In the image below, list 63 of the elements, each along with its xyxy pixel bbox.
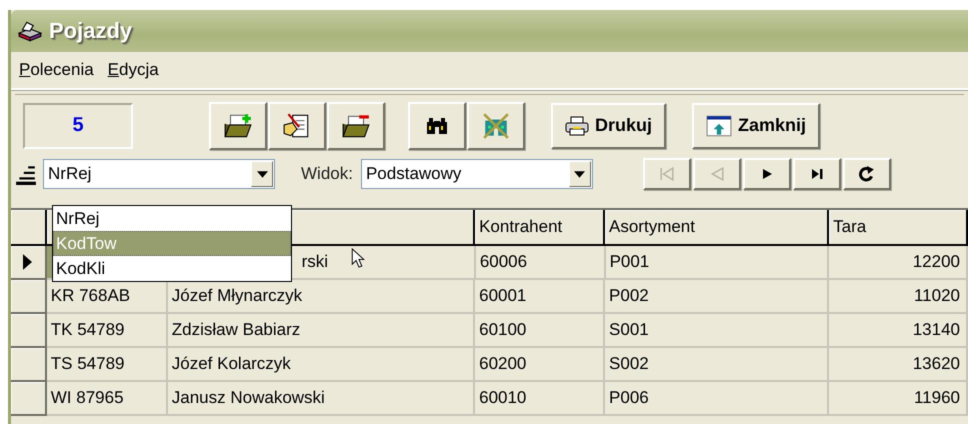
tray-icon [17, 20, 43, 42]
refresh-button[interactable] [842, 158, 891, 190]
table-cell: 60200 [479, 354, 526, 374]
window-title: Pojazdy [49, 18, 132, 44]
column-header[interactable]: Kontrahent [475, 210, 606, 246]
previous-icon [710, 167, 724, 181]
table-cell: TS 54789 [50, 354, 124, 374]
view-dropdown[interactable]: Podstawowy [360, 159, 593, 189]
table-cell: S002 [609, 354, 649, 374]
table-cell: rski [302, 252, 328, 272]
last-record-icon [810, 168, 824, 180]
row-indicator[interactable] [11, 246, 47, 280]
caret-icon [256, 170, 268, 178]
table-cell: 60100 [479, 320, 526, 340]
printer-icon [565, 116, 589, 136]
table-cell: 11020 [914, 286, 960, 306]
table-cell: 13620 [912, 354, 960, 374]
table-cell: KR 768AB [50, 286, 130, 306]
table-cell: 12200 [912, 252, 960, 272]
table-cell: Janusz Nowakowski [172, 388, 325, 408]
menu-item[interactable]: Edycja [108, 60, 159, 80]
last-record-button[interactable] [792, 158, 841, 190]
close-button[interactable]: Zamknij [692, 102, 820, 148]
dropdown-option[interactable]: NrRej [53, 206, 291, 231]
table-cell: 60001 [479, 286, 526, 306]
current-row-icon [23, 254, 32, 270]
table-cell: Zdzisław Babiarz [172, 320, 300, 340]
table-cell: Józef Kolarczyk [172, 354, 291, 374]
table-cell: 11960 [914, 388, 960, 408]
view-label: Widok: [301, 164, 353, 184]
column-header[interactable]: Asortyment [605, 210, 830, 246]
next-icon [760, 168, 773, 180]
caret-icon [574, 170, 586, 178]
binoculars-crossed-icon [482, 112, 510, 140]
table-cell: Józef Młynarczyk [172, 286, 302, 306]
menu-item[interactable]: Polecenia [19, 60, 94, 80]
folder-minus-icon [341, 112, 371, 138]
delete-button[interactable] [327, 102, 385, 150]
table-cell: 60010 [479, 388, 526, 408]
table-cell: S001 [609, 320, 649, 340]
column-header[interactable]: Tara [829, 210, 968, 246]
first-record-icon [660, 167, 674, 181]
refresh-icon [858, 166, 875, 182]
clear-search-button[interactable] [467, 102, 525, 150]
window-exit-icon [706, 114, 732, 136]
table-cell: 13140 [912, 320, 960, 340]
add-button[interactable] [209, 102, 267, 150]
search-button[interactable] [408, 102, 466, 150]
print-button[interactable]: Drukuj [551, 102, 666, 148]
record-count: 5 [23, 102, 133, 148]
table-cell: TK 54789 [50, 320, 124, 340]
sort-field-dropdown[interactable]: NrRej [43, 159, 275, 189]
edit-button[interactable] [268, 102, 326, 150]
table-cell: P006 [609, 388, 649, 408]
dropdown-option[interactable]: KodKli [53, 256, 291, 281]
table-cell: 60006 [480, 252, 528, 272]
next-record-button[interactable] [742, 158, 791, 190]
table-cell: WI 87965 [50, 388, 124, 408]
binoculars-icon [425, 116, 449, 136]
table-cell: P001 [610, 252, 650, 272]
mouse-pointer-icon [351, 248, 365, 269]
folder-plus-icon [223, 112, 253, 138]
table-cell: P002 [609, 286, 649, 306]
